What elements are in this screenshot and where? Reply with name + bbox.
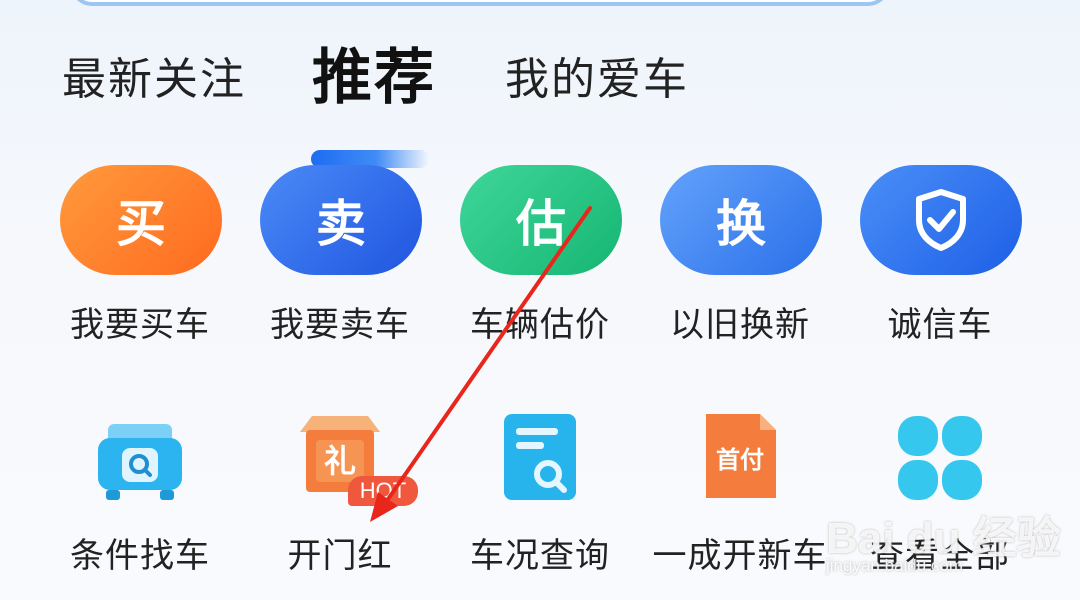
service-buy-car[interactable]: 买 我要买车 [50,165,230,345]
service-sell-car[interactable]: 卖 我要卖车 [250,165,430,345]
down-payment-glyph: 首付 [716,446,764,474]
service-ten-percent-new-car[interactable]: 首付 一成开新车 [640,400,840,580]
tab-latest-follow[interactable]: 最新关注 [62,50,246,110]
search-bar[interactable] [70,0,890,6]
service-trusted-car[interactable]: 诚信车 [850,165,1030,345]
document-search-icon [492,410,588,506]
service-label: 车辆估价 [470,305,610,345]
service-label: 以旧换新 [670,305,810,345]
sell-icon: 卖 [260,165,422,275]
shield-check-icon [860,165,1022,275]
clover-grid-icon [892,410,988,506]
gift-glyph: 礼 [324,442,356,480]
tab-recommend[interactable]: 推荐 [312,40,436,116]
service-valuation[interactable]: 估 车辆估价 [450,165,630,345]
service-label: 我要卖车 [270,305,410,345]
trade-in-icon: 换 [660,165,822,275]
tab-my-car[interactable]: 我的爱车 [505,50,689,110]
tab-bar: 最新关注 推荐 我的爱车 [0,40,1080,168]
service-trade-in[interactable]: 换 以旧换新 [650,165,830,345]
service-condition-query[interactable]: 车况查询 [440,400,640,580]
service-filter-find-car[interactable]: 条件找车 [40,400,240,580]
watermark-url: jingyan.baidu.com [826,556,964,575]
service-label: 诚信车 [887,305,993,345]
valuation-icon: 估 [460,165,622,275]
buy-icon: 买 [60,165,222,275]
service-label: 我要买车 [70,305,210,345]
car-search-icon [92,410,188,506]
hot-badge: HOT [348,476,418,506]
down-payment-icon: 首付 [692,410,788,506]
